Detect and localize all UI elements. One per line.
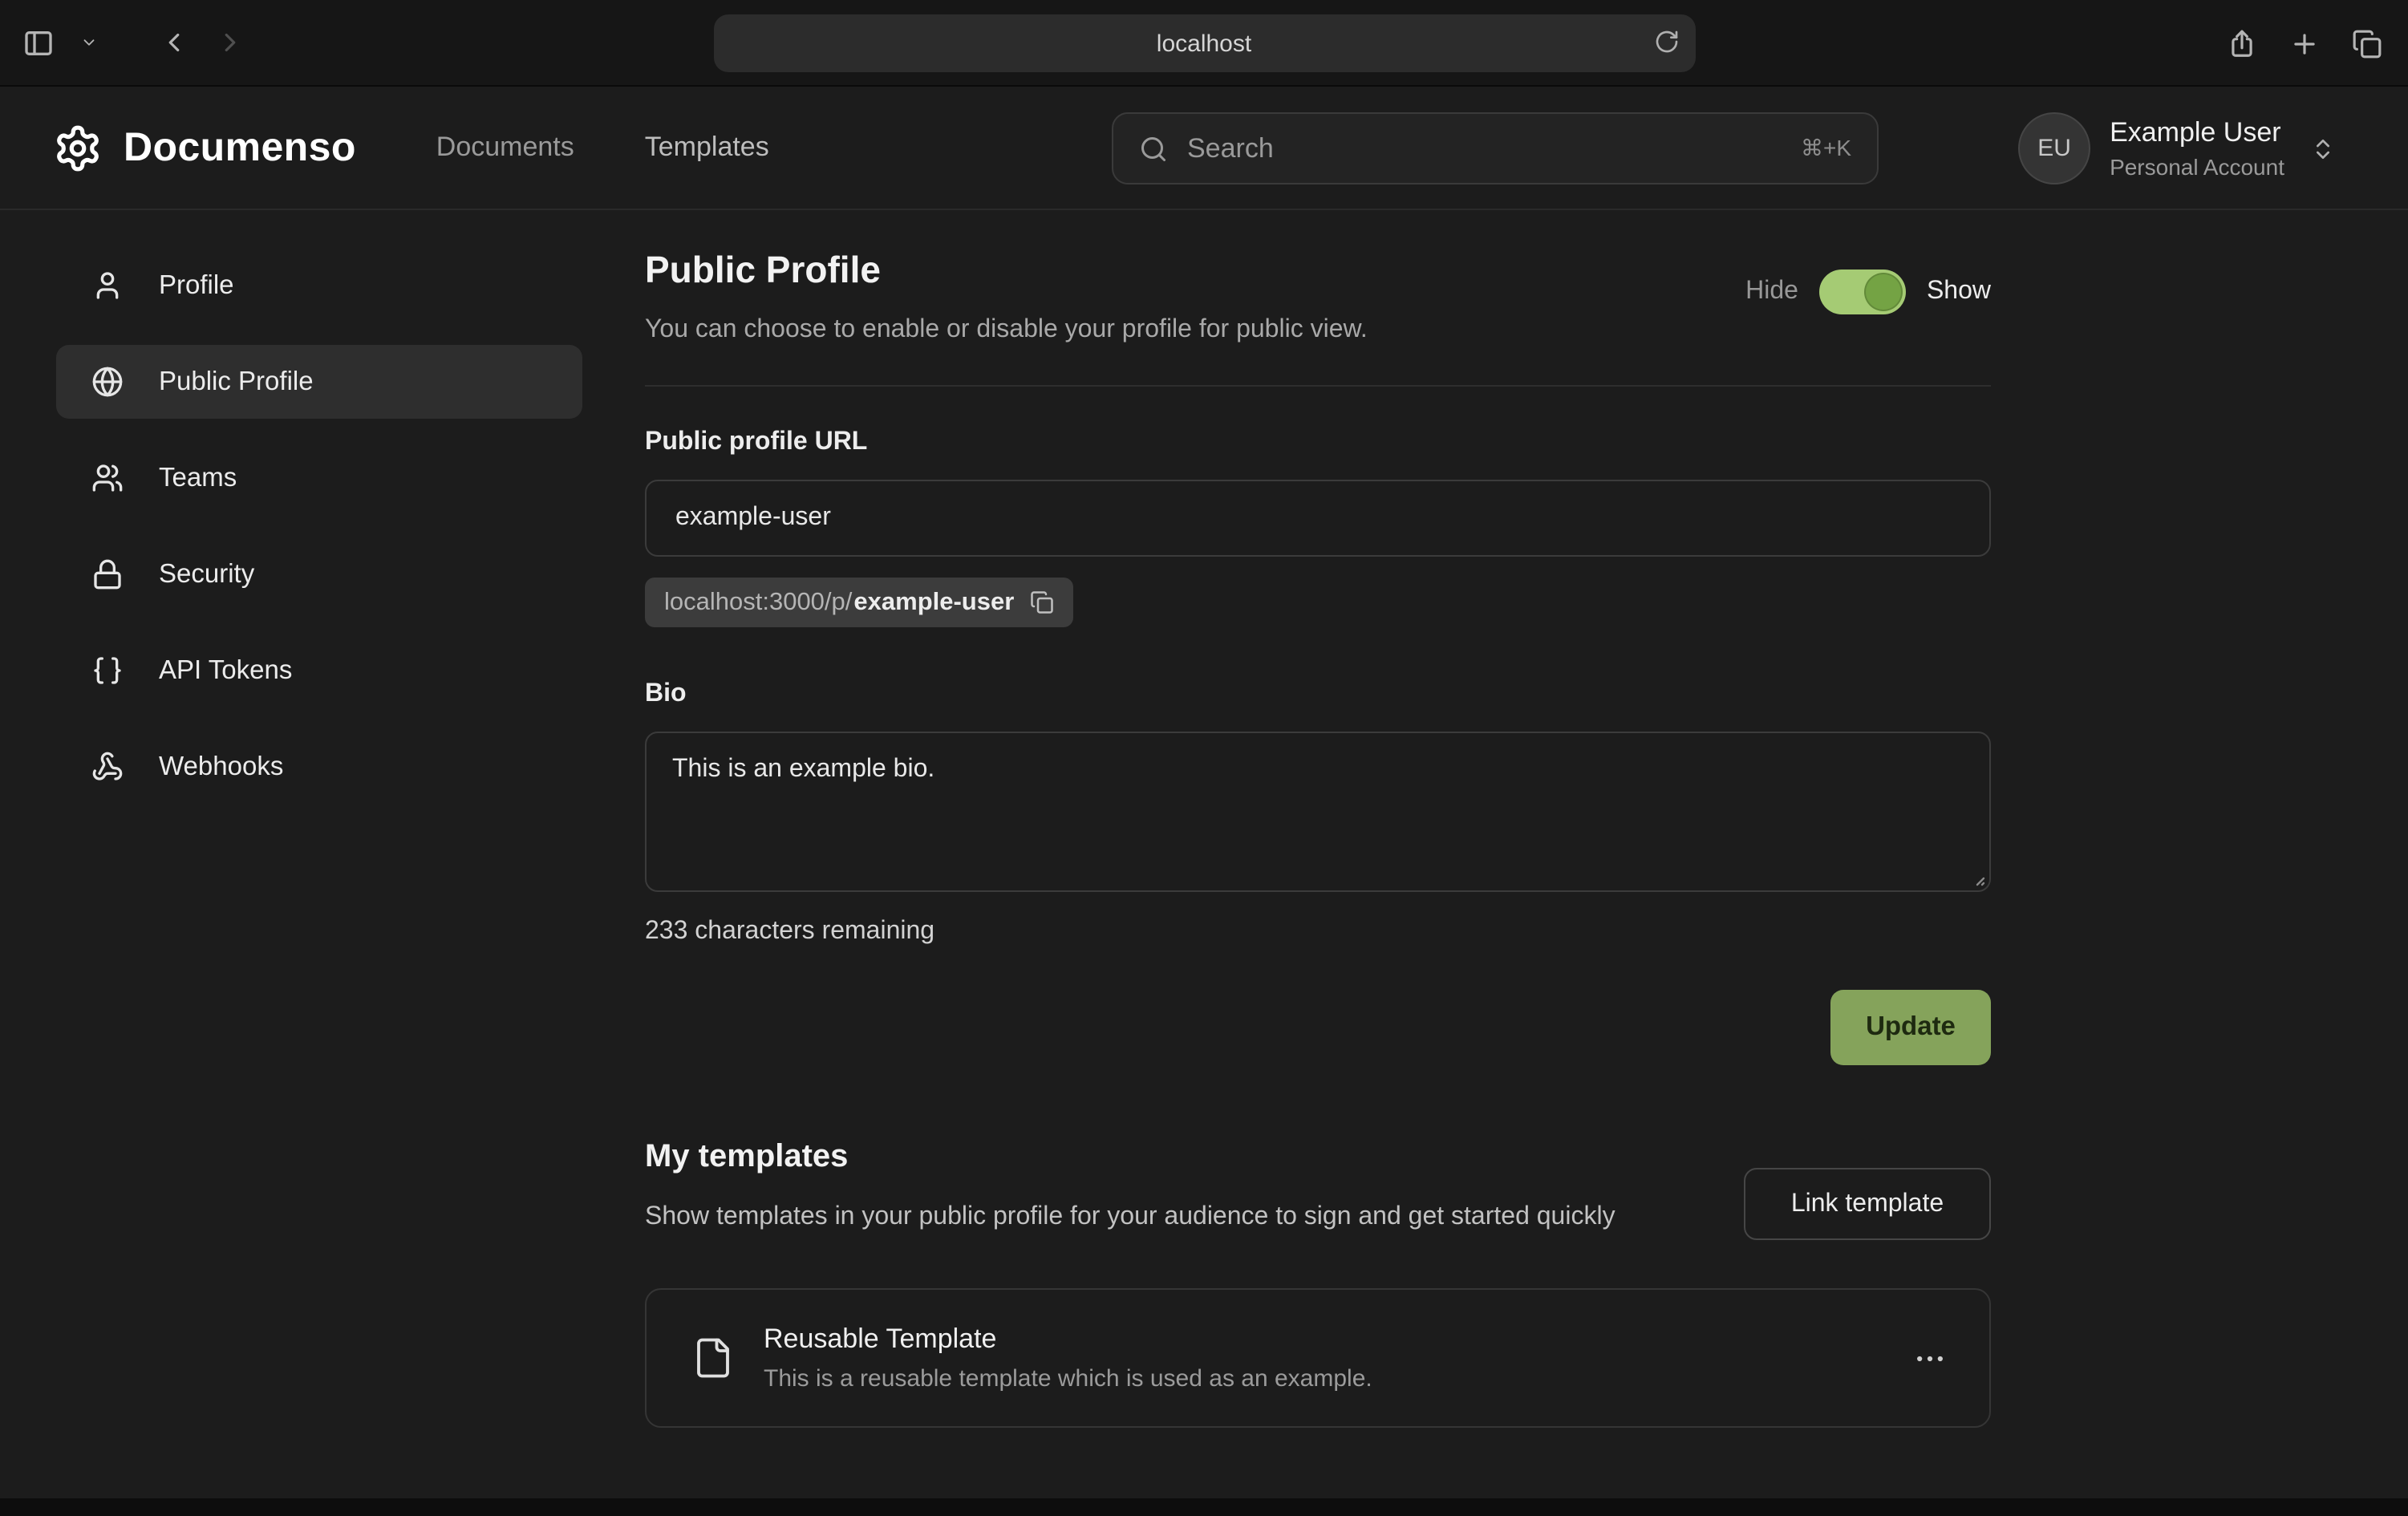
characters-remaining: 233 characters remaining xyxy=(645,918,1991,946)
globe-icon xyxy=(91,366,124,398)
toggle-knob xyxy=(1864,273,1903,311)
sidebar-item-label: Public Profile xyxy=(159,367,314,397)
page-subtitle: You can choose to enable or disable your… xyxy=(645,316,1991,345)
nav-documents[interactable]: Documents xyxy=(436,132,574,164)
screen: localhost Documenso Documents xyxy=(0,0,2408,1516)
braces-icon xyxy=(91,655,124,687)
sidebar-item-profile[interactable]: Profile xyxy=(56,249,582,322)
sidebar-item-label: Security xyxy=(159,559,254,590)
section-divider xyxy=(645,385,1991,387)
chevrons-up-down-icon xyxy=(2310,136,2336,161)
show-label: Show xyxy=(1927,278,1991,306)
hide-label: Hide xyxy=(1745,278,1798,306)
users-icon xyxy=(91,462,124,494)
new-tab-icon[interactable] xyxy=(2289,28,2320,59)
copy-icon[interactable] xyxy=(1030,590,1054,614)
documenso-logo-icon xyxy=(53,123,103,172)
bio-textarea[interactable]: This is an example bio. xyxy=(645,732,1991,892)
template-card[interactable]: Reusable Template This is a reusable tem… xyxy=(645,1288,1991,1428)
url-preview-badge: localhost:3000/p/ example-user xyxy=(645,578,1073,627)
file-icon xyxy=(691,1336,735,1380)
template-name: Reusable Template xyxy=(764,1323,1372,1356)
sidebar-item-teams[interactable]: Teams xyxy=(56,441,582,515)
sidebar-toggle-icon[interactable] xyxy=(22,26,55,59)
account-type: Personal Account xyxy=(2110,154,2284,180)
bio-field-label: Bio xyxy=(645,680,1991,709)
user-icon xyxy=(91,270,124,302)
tabs-overview-icon[interactable] xyxy=(2352,28,2382,59)
chevron-down-icon[interactable] xyxy=(80,34,98,51)
webhook-icon xyxy=(91,751,124,783)
url-field-label: Public profile URL xyxy=(645,428,1991,457)
brand[interactable]: Documenso xyxy=(53,123,356,172)
url-preview-slug: example-user xyxy=(853,588,1014,617)
profile-visibility-toggle[interactable] xyxy=(1819,270,1906,314)
sidebar-item-label: Teams xyxy=(159,463,237,493)
back-button[interactable] xyxy=(159,27,189,58)
url-preview-prefix: localhost:3000/p/ xyxy=(664,588,852,617)
settings-sidebar: Profile Public Profile Teams Security AP… xyxy=(56,249,582,826)
sidebar-item-label: Webhooks xyxy=(159,752,283,782)
brand-name: Documenso xyxy=(124,124,356,171)
sidebar-item-label: Profile xyxy=(159,270,234,301)
templates-description: Show templates in your public profile fo… xyxy=(645,1198,1672,1235)
sidebar-item-public-profile[interactable]: Public Profile xyxy=(56,345,582,419)
visibility-control: Hide Show xyxy=(1745,270,1991,314)
account-name: Example User xyxy=(2110,117,2284,149)
window-bottom-edge xyxy=(0,1498,2408,1516)
main-content: Public Profile You can choose to enable … xyxy=(645,0,1991,1428)
sidebar-item-api-tokens[interactable]: API Tokens xyxy=(56,634,582,707)
share-icon[interactable] xyxy=(2227,28,2257,59)
template-description: This is a reusable template which is use… xyxy=(764,1365,1372,1392)
link-template-button[interactable]: Link template xyxy=(1744,1168,1991,1240)
forward-button[interactable] xyxy=(215,27,245,58)
account-menu[interactable]: EU Example User Personal Account xyxy=(2018,87,2336,210)
lock-icon xyxy=(91,558,124,590)
sidebar-item-label: API Tokens xyxy=(159,655,292,686)
sidebar-item-security[interactable]: Security xyxy=(56,537,582,611)
public-profile-url-input[interactable] xyxy=(645,480,1991,557)
sidebar-item-webhooks[interactable]: Webhooks xyxy=(56,730,582,804)
avatar: EU xyxy=(2018,112,2090,184)
my-templates-section: My templates Show templates in your publ… xyxy=(645,1139,1991,1428)
more-options-button[interactable] xyxy=(1912,1340,1948,1376)
update-button[interactable]: Update xyxy=(1830,990,1991,1065)
